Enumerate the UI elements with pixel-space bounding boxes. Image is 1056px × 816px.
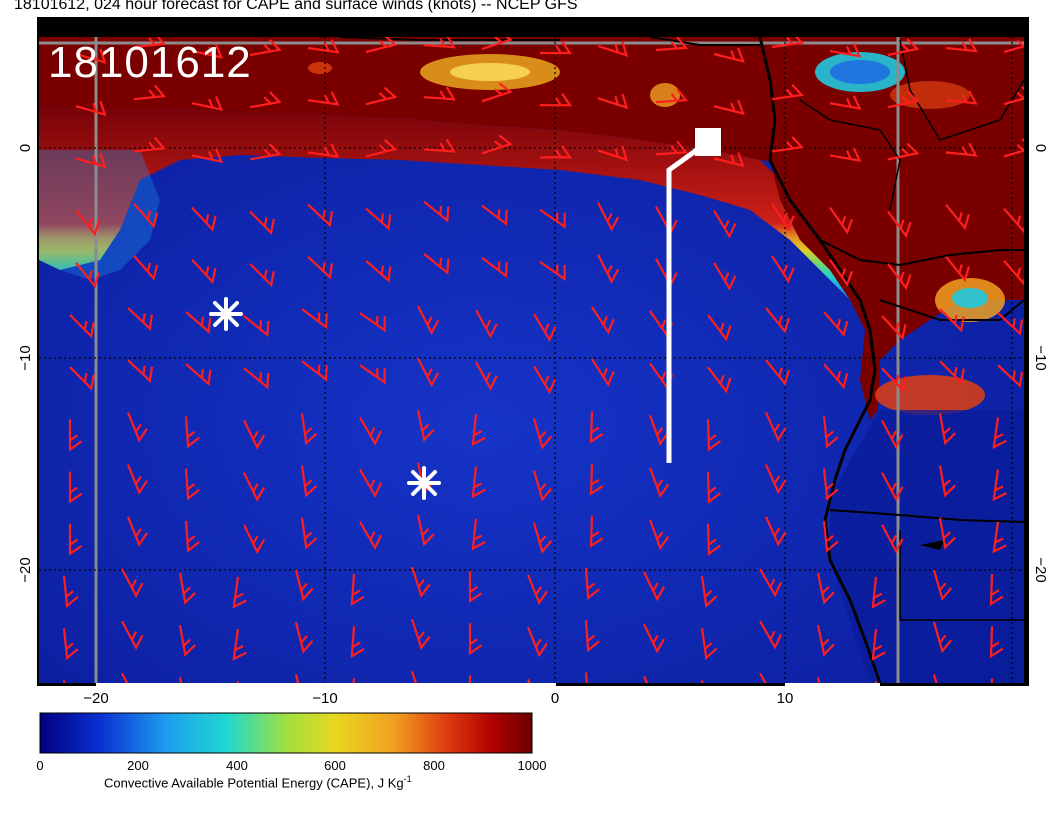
svg-text:0: 0 <box>17 144 34 152</box>
colorbar-tick: 400 <box>226 758 248 773</box>
svg-text:0: 0 <box>551 690 559 707</box>
svg-text:−10: −10 <box>1032 345 1049 370</box>
svg-text:−10: −10 <box>312 690 337 707</box>
track-endpoint <box>695 128 721 156</box>
svg-text:−10: −10 <box>312 15 337 32</box>
x-axis-bottom: −20 −10 0 10 <box>83 690 793 707</box>
y-axis-right: 0 −10 −20 <box>1032 144 1049 583</box>
colorbar-tick: 200 <box>127 758 149 773</box>
colorbar <box>39 712 533 754</box>
colorbar-tick: 0 <box>36 758 44 773</box>
colorbar-tick: 600 <box>324 758 346 773</box>
svg-text:−20: −20 <box>83 15 108 32</box>
star-marker <box>407 466 441 500</box>
svg-text:−10: −10 <box>17 345 34 370</box>
svg-text:10: 10 <box>777 15 794 32</box>
cape-wind-map: −20 −10 0 10 −20 −10 0 10 0 −10 −20 0 −1… <box>17 15 1049 754</box>
forecast-stamp: 18101612 <box>48 38 252 87</box>
colorbar-tick: 800 <box>423 758 445 773</box>
colorbar-title: Convective Available Potential Energy (C… <box>104 774 412 791</box>
svg-text:−20: −20 <box>17 557 34 582</box>
colorbar-tick: 1000 <box>517 758 547 773</box>
svg-text:0: 0 <box>1032 144 1049 152</box>
svg-text:−20: −20 <box>83 690 108 707</box>
y-axis-left: 0 −10 −20 <box>17 144 34 583</box>
svg-text:10: 10 <box>777 690 794 707</box>
svg-text:0: 0 <box>551 15 559 32</box>
svg-text:−20: −20 <box>1032 557 1049 582</box>
star-marker <box>209 297 243 331</box>
